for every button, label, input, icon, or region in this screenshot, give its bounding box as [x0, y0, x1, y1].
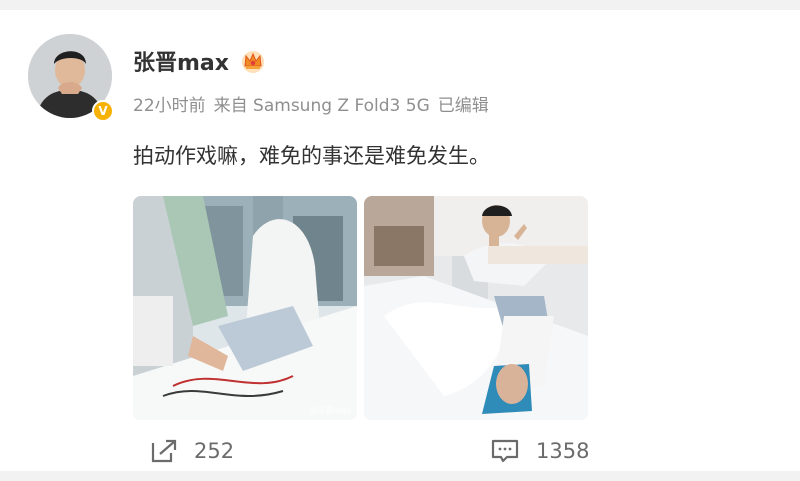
post-meta: 22小时前 来自 Samsung Z Fold3 5G 已编辑	[133, 91, 497, 116]
comment-bubble-icon	[491, 439, 519, 463]
username[interactable]: 张晋max	[133, 45, 229, 77]
crown-badge-icon	[242, 51, 264, 73]
comment-count: 1358	[536, 439, 590, 463]
share-arrow-icon	[151, 439, 177, 463]
comment-button[interactable]: 1358	[490, 436, 589, 466]
post-photo-leg-cast[interactable]	[364, 196, 588, 420]
page-bottom-background	[0, 471, 800, 481]
post-time[interactable]: 22小时前	[133, 96, 206, 116]
edited-label[interactable]: 已编辑	[438, 96, 489, 116]
repost-count: 252	[194, 439, 235, 463]
photo-watermark: @张晋max	[309, 406, 351, 415]
verified-badge: V	[92, 100, 114, 122]
post-photo-hospital-bed[interactable]: @张晋max	[133, 196, 357, 420]
post-text: 拍动作戏嘛，难免的事还是难免发生。	[133, 144, 490, 168]
repost-button[interactable]: 252	[150, 436, 234, 466]
post-source: 来自 Samsung Z Fold3 5G	[213, 96, 430, 116]
weibo-post-card: V 张晋max 22小时前 来自 Samsung Z Fold3 5G 已编辑 拍动…	[0, 10, 800, 471]
